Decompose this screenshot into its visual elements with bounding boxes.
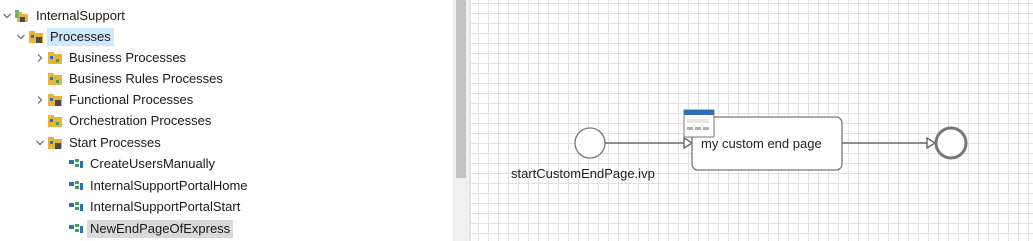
tree-item-internal-support-portal-home[interactable]: InternalSupportPortalHome [68, 175, 251, 196]
tree-item-orchestration-processes[interactable]: Orchestration Processes [47, 110, 214, 131]
tree-item-internal-support[interactable]: InternalSupport [0, 5, 128, 26]
chevron-right-icon[interactable] [33, 93, 47, 107]
tree-item-label: Orchestration Processes [69, 112, 212, 128]
tree-item-label: Processes [47, 27, 114, 46]
arrowhead-icon [683, 136, 694, 150]
process-file-icon [68, 156, 84, 172]
chevron-down-icon[interactable] [33, 136, 47, 150]
chevron-down-icon[interactable] [0, 9, 14, 23]
end-event[interactable] [934, 126, 968, 160]
project-icon [14, 8, 30, 24]
start-event[interactable] [574, 127, 606, 159]
arrowhead-icon [926, 136, 937, 150]
task-label: my custom end page [701, 136, 822, 151]
scrollbar-thumb[interactable] [456, 0, 466, 178]
start-event-label: startCustomEndPage.ivp [511, 166, 655, 181]
tree-item-functional-processes[interactable]: Functional Processes [33, 89, 196, 110]
tree-item-label: NewEndPageOfExpress [87, 219, 234, 238]
project-tree[interactable]: InternalSupport Processes Business Proce… [0, 0, 453, 241]
process-folder-icon [47, 50, 63, 66]
process-file-icon [68, 199, 84, 215]
tree-item-label: InternalSupport [36, 7, 125, 23]
process-file-icon [68, 221, 84, 237]
process-folder-icon [47, 135, 63, 151]
chevron-down-icon[interactable] [14, 30, 28, 44]
tree-item-label: InternalSupportPortalHome [90, 177, 248, 193]
tree-item-label: CreateUsersManually [90, 155, 215, 171]
tree-item-label: Functional Processes [69, 91, 194, 107]
tree-item-label: Start Processes [69, 134, 161, 150]
tree-item-internal-support-portal-start[interactable]: InternalSupportPortalStart [68, 196, 243, 217]
process-folder-icon [47, 71, 63, 87]
process-folder-icon [47, 92, 63, 108]
tree-item-label: Business Processes [69, 49, 187, 65]
tree-item-processes[interactable]: Processes [14, 26, 114, 47]
process-folder-icon [28, 29, 44, 45]
process-file-icon [68, 178, 84, 194]
tree-scrollbar[interactable] [453, 0, 469, 241]
process-diagram [574, 109, 968, 171]
tree-item-start-processes[interactable]: Start Processes [33, 132, 164, 153]
tree-item-label: InternalSupportPortalStart [90, 198, 241, 214]
end-page-icon [683, 109, 715, 138]
process-folder-icon [47, 113, 63, 129]
process-editor-canvas[interactable]: startCustomEndPage.ivp my custom end pag… [471, 0, 1033, 241]
tree-item-create-users-manually[interactable]: CreateUsersManually [68, 153, 218, 174]
tree-item-business-processes[interactable]: Business Processes [33, 47, 189, 68]
tree-item-business-rules-processes[interactable]: Business Rules Processes [47, 68, 226, 89]
tree-item-new-end-page-of-express[interactable]: NewEndPageOfExpress [68, 218, 234, 239]
tree-item-label: Business Rules Processes [69, 70, 223, 86]
chevron-right-icon[interactable] [33, 51, 47, 65]
